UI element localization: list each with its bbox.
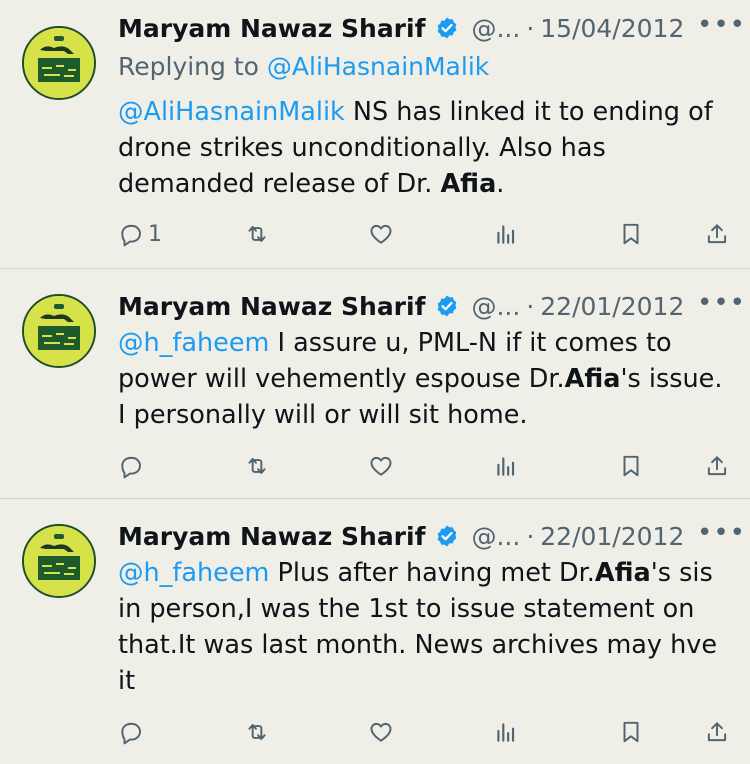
tweet-date[interactable]: 22/01/2012 (540, 292, 684, 321)
tweet-text: @h_faheem Plus after having met Dr.Afia'… (118, 555, 730, 699)
author-name[interactable]: Maryam Nawaz Sharif (118, 522, 425, 551)
views-icon (497, 457, 515, 476)
avatar[interactable] (22, 294, 96, 368)
retweet-icon (248, 723, 266, 741)
tweet-text-bold: Afia (594, 558, 651, 588)
party-logo-icon (24, 526, 94, 596)
more-options-icon[interactable]: ••• (697, 8, 746, 42)
separator-dot: · (526, 291, 535, 321)
like-icon (370, 456, 392, 476)
reply-button[interactable] (118, 712, 148, 752)
tweet-header: Maryam Nawaz Sharif @... · 22/01/2012 (118, 286, 730, 326)
separator-dot: · (526, 521, 535, 551)
replying-to: Replying to @AliHasnainMalik (118, 52, 489, 81)
mention-link[interactable]: @h_faheem (118, 328, 269, 358)
retweet-button[interactable] (244, 214, 270, 254)
share-icon (707, 224, 727, 244)
bookmark-icon (623, 455, 639, 477)
reply-icon (121, 722, 141, 745)
tweet-date[interactable]: 15/04/2012 (540, 14, 684, 43)
party-logo-icon (24, 296, 94, 366)
replying-prefix: Replying to (118, 52, 267, 81)
tweet-divider (0, 268, 750, 269)
avatar[interactable] (22, 26, 96, 100)
reply-icon (121, 456, 141, 479)
share-icon (707, 456, 727, 476)
views-button[interactable] (493, 712, 519, 752)
action-bar: 1 (118, 214, 728, 254)
party-logo-icon (24, 28, 94, 98)
author-handle[interactable]: @... (471, 292, 520, 321)
reply-button[interactable]: 1 (118, 214, 162, 254)
tweet-text-part: . (496, 169, 505, 199)
tweet-date[interactable]: 22/01/2012 (540, 522, 684, 551)
views-icon (497, 225, 515, 244)
like-icon (370, 722, 392, 742)
mention-link[interactable]: @h_faheem (118, 558, 269, 588)
action-bar (118, 446, 728, 486)
tweet-text: @AliHasnainMalik NS has linked it to end… (118, 94, 730, 202)
tweet[interactable]: Maryam Nawaz Sharif @... · 22/01/2012 ••… (0, 286, 750, 498)
tweet-header: Maryam Nawaz Sharif @... · 22/01/2012 (118, 516, 730, 556)
share-icon (707, 722, 727, 742)
views-button[interactable] (493, 446, 519, 486)
bookmark-icon (623, 223, 639, 245)
verified-badge-icon (438, 525, 457, 547)
tweet-header: Maryam Nawaz Sharif @... · 15/04/2012 (118, 8, 730, 48)
retweet-button[interactable] (244, 446, 270, 486)
tweet-text-part: Plus after having met Dr. (269, 558, 595, 588)
share-button[interactable] (704, 214, 730, 254)
tweet-divider (0, 498, 750, 499)
retweet-icon (248, 457, 266, 475)
share-button[interactable] (704, 446, 730, 486)
share-button[interactable] (704, 712, 730, 752)
reply-button[interactable] (118, 446, 148, 486)
author-handle[interactable]: @... (471, 14, 520, 43)
like-button[interactable] (368, 712, 394, 752)
bookmark-button[interactable] (618, 446, 644, 486)
tweet-text: @h_faheem I assure u, PML-N if it comes … (118, 325, 730, 433)
author-name[interactable]: Maryam Nawaz Sharif (118, 292, 425, 321)
tweet[interactable]: Maryam Nawaz Sharif @... · 22/01/2012 ••… (0, 516, 750, 764)
like-button[interactable] (368, 214, 394, 254)
replying-to-link[interactable]: @AliHasnainMalik (267, 52, 489, 81)
reply-icon (121, 224, 141, 247)
tweet-text-bold: Afia (564, 364, 621, 394)
bookmark-button[interactable] (618, 712, 644, 752)
verified-badge-icon (438, 295, 457, 317)
reply-count: 1 (148, 221, 162, 247)
views-icon (497, 723, 515, 742)
retweet-icon (248, 225, 266, 243)
more-options-icon[interactable]: ••• (697, 516, 746, 550)
verified-badge-icon (438, 17, 457, 39)
tweet[interactable]: Maryam Nawaz Sharif @... · 15/04/2012 ••… (0, 8, 750, 268)
like-button[interactable] (368, 446, 394, 486)
like-icon (370, 224, 392, 244)
tweet-text-bold: Afia (440, 169, 497, 199)
action-bar (118, 712, 728, 752)
more-options-icon[interactable]: ••• (697, 286, 746, 320)
bookmark-icon (623, 721, 639, 743)
views-button[interactable] (493, 214, 519, 254)
author-name[interactable]: Maryam Nawaz Sharif (118, 14, 425, 43)
separator-dot: · (526, 13, 535, 43)
retweet-button[interactable] (244, 712, 270, 752)
author-handle[interactable]: @... (471, 522, 520, 551)
avatar[interactable] (22, 524, 96, 598)
bookmark-button[interactable] (618, 214, 644, 254)
mention-link[interactable]: @AliHasnainMalik (118, 97, 345, 127)
